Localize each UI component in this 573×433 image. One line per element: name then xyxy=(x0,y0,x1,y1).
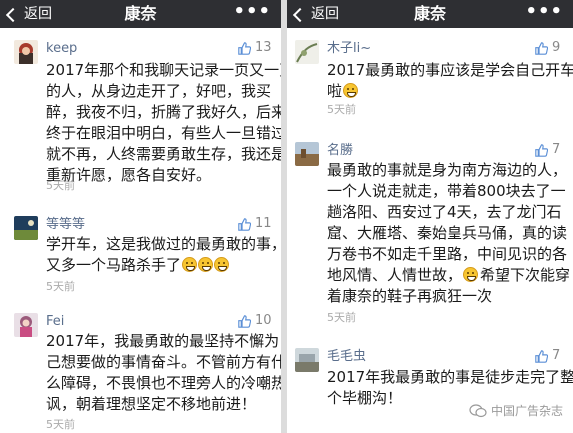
like-button[interactable]: 7 xyxy=(535,142,560,158)
comment-time: 5天前 xyxy=(46,418,75,431)
watermark-text: 中国广告杂志 xyxy=(490,404,563,418)
right-screen: 返回 康奈 ••• 木子li~ 9 2017最勇敢的事应该是学会自己开车 啦 5… xyxy=(287,0,573,433)
comment-line: 重新许愿，愿各自安好。 xyxy=(46,166,212,184)
like-count: 7 xyxy=(552,348,561,363)
comment-line: 2017最勇敢的事应该是学会自己开车 xyxy=(327,61,573,79)
like-button[interactable]: 7 xyxy=(535,348,560,364)
watermark: 中国广告杂志 xyxy=(469,402,563,419)
like-count: 10 xyxy=(255,313,272,328)
comment-line: 啦 xyxy=(327,82,343,100)
comment-line: 醉，我夜不归，折腾了我好久，后来 xyxy=(46,103,281,121)
comment-author[interactable]: 木子li~ xyxy=(327,41,371,57)
avatar[interactable] xyxy=(295,348,319,372)
comment-time: 5天前 xyxy=(327,103,356,116)
nav-bar: 返回 康奈 ••• xyxy=(0,0,281,28)
comment-text: 最勇敢的事就是身为南方海边的人， 一个人说走就走，带着800块去了一 趟洛阳、西… xyxy=(327,160,570,307)
like-button[interactable]: 9 xyxy=(535,40,560,56)
comment-line: 2017年那个和我聊天记录一页又一页 xyxy=(46,61,281,79)
comment-line: 趟洛阳、西安过了4天，去了龙门石 xyxy=(327,203,562,221)
comment-text: 2017年，我最勇敢的最坚持不懈为自 己想要做的事情奋斗。不管前方有什 么障碍，… xyxy=(46,331,281,415)
comment-line-rest: 希望下次能穿 xyxy=(480,266,571,284)
left-screen: 返回 康奈 ••• keep 13 2017年那个和我聊天记录一页又一页 的人，… xyxy=(0,0,281,433)
comment-line: 一个人说走就走，带着800块去了一 xyxy=(327,182,566,200)
smile-emoji-icon xyxy=(463,267,479,282)
comment-line: 终于在眼泪中明白，有些人一旦错过 xyxy=(46,124,281,142)
thumbs-up-icon xyxy=(238,41,251,55)
comment-line: 着康奈的鞋子再疯狂一次 xyxy=(327,287,493,305)
comment-line: 学开车，这是我做过的最勇敢的事， xyxy=(46,235,281,253)
grin-emoji-icon xyxy=(343,83,359,98)
nav-bar: 返回 康奈 ••• xyxy=(287,0,573,28)
comment-time: 5天前 xyxy=(46,179,75,192)
thumbs-up-icon xyxy=(238,217,251,231)
comment-time: 5天前 xyxy=(327,311,356,324)
grin-emoji-icon xyxy=(214,257,230,272)
wechat-logo-icon xyxy=(469,403,487,417)
avatar[interactable] xyxy=(295,40,319,64)
comment-text: 学开车，这是我做过的最勇敢的事， 又多一个马路杀手了 xyxy=(46,234,281,276)
like-count: 13 xyxy=(255,40,272,55)
thumbs-up-icon xyxy=(535,41,548,55)
grin-emoji-icon xyxy=(198,257,214,272)
more-options-button[interactable]: ••• xyxy=(525,2,563,22)
comment-line-with-emoji: 地风情、人情世故， 希望下次能穿 xyxy=(327,265,570,286)
comment-author[interactable]: 毛毛虫 xyxy=(327,349,366,365)
comment-line: 2017年，我最勇敢的最坚持不懈为自 xyxy=(46,332,281,350)
avatar[interactable] xyxy=(14,216,38,240)
comment-text: 2017最勇敢的事应该是学会自己开车 啦 xyxy=(327,60,573,102)
comment-line: 2017年我最勇敢的事是徒步走完了整 xyxy=(327,368,573,386)
grin-emoji-icon xyxy=(182,257,198,272)
like-button[interactable]: 10 xyxy=(238,313,272,329)
avatar[interactable] xyxy=(14,313,38,337)
like-count: 11 xyxy=(255,216,272,231)
like-count: 7 xyxy=(552,142,561,157)
comment-line: 己想要做的事情奋斗。不管前方有什 xyxy=(46,353,281,371)
comment-line: 就不再，人终需要勇敢生存，我还是 xyxy=(46,145,281,163)
thumbs-up-icon xyxy=(238,314,251,328)
avatar[interactable] xyxy=(14,40,38,64)
thumbs-up-icon xyxy=(535,349,548,363)
thumbs-up-icon xyxy=(535,143,548,157)
like-count: 9 xyxy=(552,40,561,55)
comment-author[interactable]: 等等等 xyxy=(46,217,85,233)
comment-author[interactable]: 名勝 xyxy=(327,143,353,159)
comment-time: 5天前 xyxy=(46,280,75,293)
comment-line: 又多一个马路杀手了 xyxy=(46,256,182,274)
comment-line: 么障碍，不畏惧也不理旁人的冷嘲热 xyxy=(46,374,281,392)
comment-text: 2017年那个和我聊天记录一页又一页 的人，从身边走开了，好吧，我买 醉，我夜不… xyxy=(46,60,281,186)
comment-line: 万卷书不如走千里路，中间见识的各 xyxy=(327,245,568,263)
comment-line: 窟、大雁塔、秦始皇兵马俑，真的读 xyxy=(327,224,568,242)
comment-line: 讽，朝着理想坚定不移地前进！ xyxy=(46,395,257,413)
comment-line: 最勇敢的事就是身为南方海边的人， xyxy=(327,161,568,179)
comment-line: 的人，从身边走开了，好吧，我买 xyxy=(46,82,272,100)
avatar[interactable] xyxy=(295,142,319,166)
comment-author[interactable]: Fei xyxy=(46,314,64,330)
comment-line: 地风情、人情世故， xyxy=(327,266,463,284)
more-options-button[interactable]: ••• xyxy=(233,2,271,22)
comment-author[interactable]: keep xyxy=(46,41,77,57)
like-button[interactable]: 11 xyxy=(238,216,272,232)
like-button[interactable]: 13 xyxy=(238,40,272,56)
